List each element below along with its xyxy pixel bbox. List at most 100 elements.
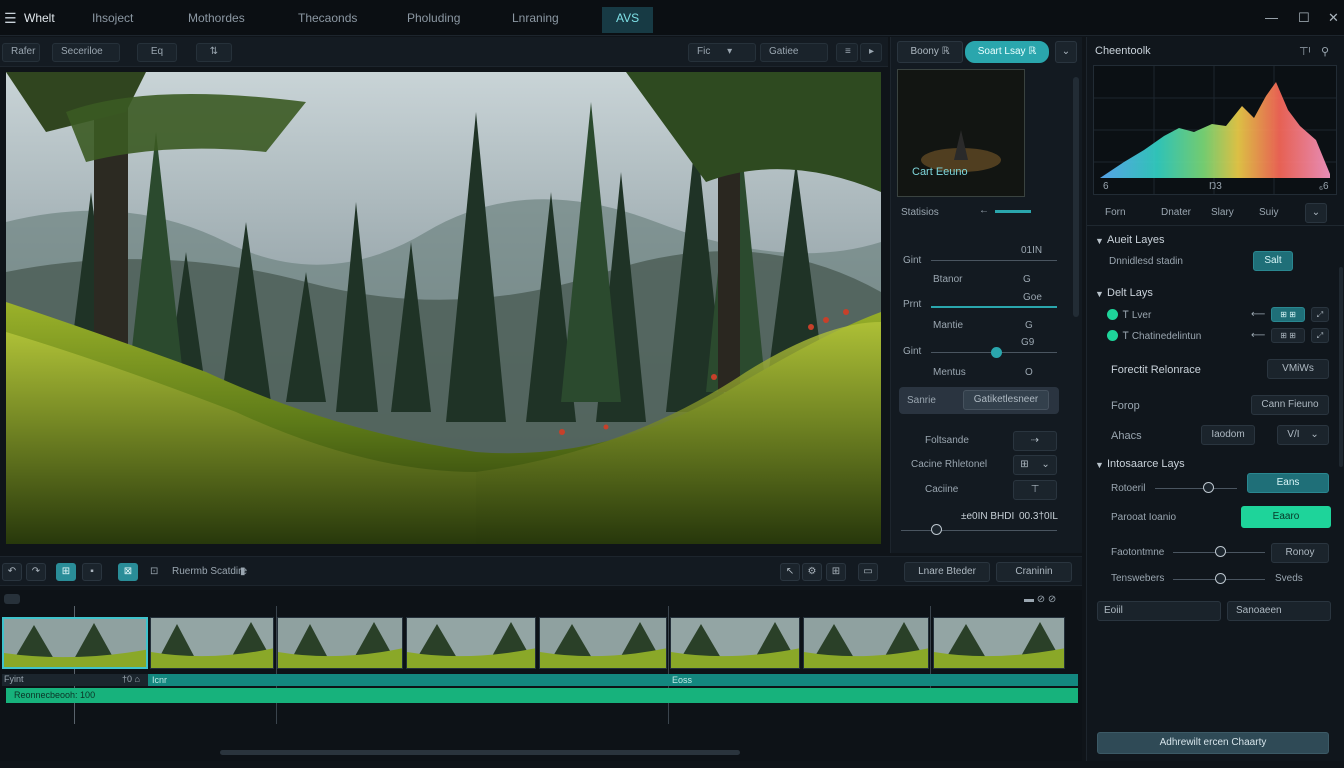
fic-dropdown[interactable]: Fic ▾ xyxy=(688,43,756,62)
filmstrip-frame[interactable] xyxy=(803,617,929,669)
pointer-icon[interactable]: ↖ xyxy=(780,563,800,581)
bottom-slider[interactable] xyxy=(901,530,1057,531)
frame-icon[interactable]: ▭ xyxy=(858,563,878,581)
filmstrip-frame[interactable] xyxy=(539,617,667,669)
menu-item-methods[interactable]: Mothordes xyxy=(188,11,245,25)
sanrie-button[interactable]: Gatiketlesneer xyxy=(963,390,1049,410)
gint2-slider-knob[interactable] xyxy=(991,347,1002,358)
menu-item-project[interactable]: Ihsoject xyxy=(92,11,133,25)
ahacs-mid[interactable]: Iaodom xyxy=(1201,425,1255,445)
lnare-bteder-button[interactable]: Lnare Bteder xyxy=(904,562,990,582)
layer-visible-dot[interactable] xyxy=(1107,330,1118,341)
timeline-tools-icons[interactable]: ▬ ⊘ ⊘ xyxy=(1024,594,1056,605)
close-icon[interactable]: ✕ xyxy=(1328,10,1339,26)
ahacs-dropdown[interactable]: V/I ⌄ xyxy=(1277,425,1329,445)
section-aueit-layes[interactable]: Aueit Layes xyxy=(1107,234,1164,246)
timeline-scrollbar[interactable] xyxy=(220,750,740,755)
layer-2-icon[interactable]: ⤢ xyxy=(1311,328,1329,343)
crop-toggle-icon[interactable]: ⊠ xyxy=(118,563,138,581)
filmstrip-frame[interactable] xyxy=(933,617,1065,669)
rotoeril-slider[interactable] xyxy=(1155,488,1237,489)
scrollbar[interactable] xyxy=(1073,77,1079,317)
faotontmne-slider-knob[interactable] xyxy=(1215,546,1226,557)
tab-forn[interactable]: Forn xyxy=(1105,207,1126,218)
btanor-value: G xyxy=(1023,274,1031,285)
rotoeril-button[interactable]: Eans xyxy=(1247,473,1329,493)
foltsande-button[interactable]: ⇢ xyxy=(1013,431,1057,451)
parooat-button[interactable]: Eaaro xyxy=(1241,506,1331,528)
section-intosaarce-lays[interactable]: Intosaarce Lays xyxy=(1107,458,1185,470)
layer-visible-dot[interactable] xyxy=(1107,309,1118,320)
list-icon[interactable]: ≡ xyxy=(836,43,858,62)
chevron-down-icon[interactable]: ⌄ xyxy=(1055,41,1077,63)
filmstrip-frame[interactable] xyxy=(277,617,403,669)
craninin-button[interactable]: Craninin xyxy=(996,562,1072,582)
section-delt-lays[interactable]: Delt Lays xyxy=(1107,287,1153,299)
tab-slary[interactable]: Slary xyxy=(1211,207,1234,218)
filmstrip-frame[interactable] xyxy=(150,617,274,669)
gatiee-button[interactable]: Gatiee xyxy=(760,43,828,62)
pin-icon[interactable]: ⚲ xyxy=(1321,45,1329,58)
gint-slider[interactable] xyxy=(931,260,1057,261)
eq-button[interactable]: Eq xyxy=(137,43,177,62)
bottom-slider-knob[interactable] xyxy=(931,524,942,535)
forop-value[interactable]: Cann Fieuno xyxy=(1251,395,1329,415)
caret-down-icon[interactable]: ▼ xyxy=(1095,289,1104,299)
arrow-left-icon[interactable]: ← xyxy=(979,205,989,216)
minimize-icon[interactable]: — xyxy=(1265,10,1278,25)
menu-item-thecaonds[interactable]: Thecaonds xyxy=(298,11,357,25)
menu-item-whelt[interactable]: Whelt xyxy=(24,11,55,25)
scrollbar[interactable] xyxy=(1339,267,1343,467)
caciine-button[interactable]: ⊤ xyxy=(1013,480,1057,500)
layer-1-icon[interactable]: ⤢ xyxy=(1311,307,1329,322)
tab-soart-lsay[interactable]: Soart Lsay ℝ xyxy=(965,41,1049,63)
tab-dnater[interactable]: Dnater xyxy=(1161,207,1191,218)
menu-item-lnraning[interactable]: Lnraning xyxy=(512,11,559,25)
filmstrip-frame[interactable] xyxy=(2,617,148,669)
maximize-icon[interactable]: ☐ xyxy=(1298,10,1310,26)
aueit-row-button[interactable]: Salt xyxy=(1253,251,1293,271)
tab-suiy[interactable]: Suiy xyxy=(1259,207,1278,218)
gear-icon[interactable]: ⚙ xyxy=(802,563,822,581)
swap-icon[interactable]: ⇅ xyxy=(196,43,232,62)
eoiil-field[interactable]: Eoiil xyxy=(1097,601,1221,621)
menu-item-pholuding[interactable]: Pholuding xyxy=(407,11,460,25)
rotoeril-slider-knob[interactable] xyxy=(1203,482,1214,493)
play-icon[interactable]: ▸ xyxy=(860,43,882,62)
caret-down-icon[interactable]: ▼ xyxy=(1095,460,1104,470)
stop-icon[interactable]: ▪ xyxy=(82,563,102,581)
forectit-value[interactable]: VMiWs xyxy=(1267,359,1329,379)
tenswebers-label: Tenswebers xyxy=(1111,573,1165,584)
tenswebers-slider-knob[interactable] xyxy=(1215,573,1226,584)
statisios-slider[interactable] xyxy=(995,210,1031,213)
redo-icon[interactable]: ↷ xyxy=(26,563,46,581)
filmstrip-frame[interactable] xyxy=(406,617,536,669)
sanoaeen-field[interactable]: Sanoaeen xyxy=(1227,601,1331,621)
menu-item-avs[interactable]: AVS xyxy=(602,7,654,33)
faotontmne-value[interactable]: Ronoy xyxy=(1271,543,1329,563)
apply-button[interactable]: Adhrewilt ercen Chaarty xyxy=(1097,732,1329,754)
text-icon[interactable]: ⊤ᴵ xyxy=(1299,45,1310,58)
grid-icon[interactable]: ⊞ xyxy=(826,563,846,581)
seceriloe-button[interactable]: Seceriloe xyxy=(52,43,120,62)
chevron-down-icon[interactable]: ⌄ xyxy=(1305,203,1327,223)
filmstrip-frame[interactable] xyxy=(670,617,800,669)
timeline-toggle[interactable] xyxy=(4,594,20,604)
grid-toggle-icon[interactable]: ⊞ xyxy=(56,563,76,581)
layer-2-button[interactable]: ⊞ ⊞ xyxy=(1271,328,1305,343)
tab-boony[interactable]: Boony ℝ xyxy=(897,41,963,63)
layer-1-button[interactable]: ⊞ ⊞ xyxy=(1271,307,1305,322)
arrow-left-icon[interactable]: ⟵ xyxy=(1251,309,1265,320)
teal-tag: Icnr xyxy=(152,675,168,685)
audio-track-clip[interactable] xyxy=(6,688,1078,703)
arrow-left-icon[interactable]: ⟵ xyxy=(1251,330,1265,341)
cacine-dropdown[interactable]: ⊞ ⌄ xyxy=(1013,455,1057,475)
video-track-clip[interactable] xyxy=(148,674,1078,686)
undo-icon[interactable]: ↶ xyxy=(2,563,22,581)
aueit-row-label: Dnnidlesd stadin xyxy=(1109,256,1183,267)
prnt-slider[interactable] xyxy=(931,306,1057,308)
main-viewer-image[interactable] xyxy=(6,72,881,544)
hamburger-icon[interactable]: ☰ xyxy=(4,10,17,27)
refer-button[interactable]: Rafer xyxy=(2,43,40,62)
caret-down-icon[interactable]: ▼ xyxy=(1095,236,1104,246)
